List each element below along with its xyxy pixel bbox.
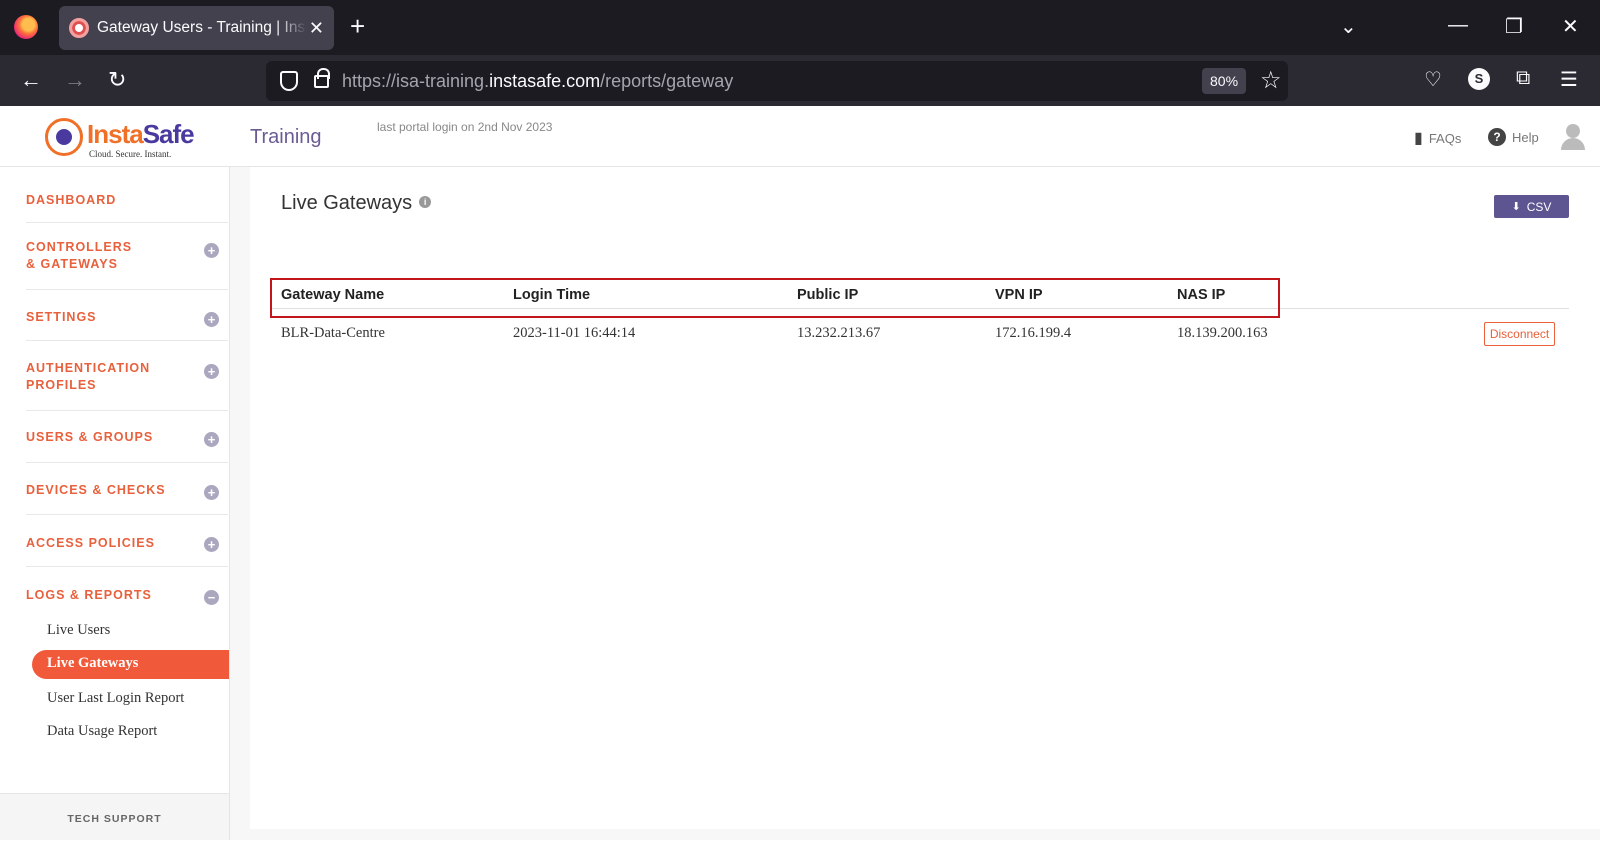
divider — [26, 289, 228, 290]
close-window-icon[interactable]: ✕ — [1562, 14, 1579, 39]
zoom-level[interactable]: 80% — [1202, 68, 1247, 94]
shield-icon[interactable] — [280, 71, 298, 91]
browser-nav-bar: ← → ↻ https://isa-training.instasafe.com… — [0, 55, 1600, 106]
chat-bubbles-icon: ▮ — [1414, 130, 1423, 147]
back-arrow-icon[interactable]: ← — [20, 67, 42, 93]
collapse-minus-icon[interactable]: − — [204, 590, 219, 605]
sidebar-item-logs-reports[interactable]: LOGS & REPORTS — [26, 587, 220, 604]
sidebar-subitem-live-users[interactable]: Live Users — [47, 622, 110, 639]
divider — [26, 410, 228, 411]
sidebar-item-dashboard[interactable]: DASHBOARD — [26, 192, 220, 209]
faqs-link[interactable]: ▮ FAQs — [1414, 128, 1461, 148]
sidebar-item-devices-checks[interactable]: DEVICES & CHECKS — [26, 482, 220, 499]
reload-icon[interactable]: ↻ — [108, 67, 126, 93]
close-tab-icon[interactable]: ✕ — [309, 18, 324, 39]
expand-plus-icon[interactable]: + — [204, 243, 219, 258]
extensions-icon[interactable]: ⧉ — [1516, 67, 1530, 90]
cell-public-ip: 13.232.213.67 — [797, 325, 881, 341]
restore-icon[interactable]: ❐ — [1505, 14, 1523, 39]
help-link[interactable]: ? Help — [1488, 128, 1539, 146]
page-title: Live Gateways i — [281, 192, 432, 215]
sidebar-subitem-user-last-login-report[interactable]: User Last Login Report — [47, 690, 184, 707]
expand-plus-icon[interactable]: + — [204, 312, 219, 327]
divider — [26, 340, 228, 341]
last-login-text: last portal login on 2nd Nov 2023 — [377, 120, 553, 134]
help-question-icon: ? — [1488, 128, 1506, 146]
sidebar-item-users-groups[interactable]: USERS & GROUPS — [26, 429, 220, 446]
cell-nas-ip: 18.139.200.163 — [1177, 325, 1268, 341]
expand-plus-icon[interactable]: + — [204, 364, 219, 379]
disconnect-button[interactable]: Disconnect — [1484, 322, 1555, 346]
divider — [26, 566, 228, 567]
browser-tab[interactable]: Gateway Users - Training | InstaSafe ✕ — [59, 6, 334, 50]
pocket-icon[interactable]: ♡ — [1424, 67, 1442, 92]
tab-favicon-icon — [69, 18, 89, 38]
menu-hamburger-icon[interactable]: ☰ — [1560, 67, 1578, 92]
sidebar-item-authentication-profiles[interactable]: AUTHENTICATION PROFILES — [26, 360, 156, 394]
csv-download-button[interactable]: ⬇ CSV — [1494, 195, 1569, 218]
divider — [26, 462, 228, 463]
account-avatar[interactable]: S — [1468, 68, 1490, 90]
info-icon[interactable]: i — [419, 196, 432, 208]
sidebar-subitem-live-gateways[interactable]: Live Gateways — [32, 650, 229, 679]
cell-vpn-ip: 172.16.199.4 — [995, 325, 1072, 341]
expand-plus-icon[interactable]: + — [204, 485, 219, 500]
lock-icon[interactable] — [314, 68, 330, 88]
portal-title: Training — [250, 126, 322, 148]
tech-support-button[interactable]: TECH SUPPORT — [0, 793, 229, 840]
sidebar-item-settings[interactable]: SETTINGS — [26, 309, 220, 326]
annotation-highlight-box — [270, 278, 1280, 318]
sidebar-subitem-data-usage-report[interactable]: Data Usage Report — [47, 723, 157, 740]
browser-tab-bar: Gateway Users - Training | InstaSafe ✕ +… — [0, 0, 1600, 55]
minimize-icon[interactable]: — — [1448, 14, 1468, 37]
forward-arrow-icon[interactable]: → — [64, 67, 86, 93]
cell-login-time: 2023-11-01 16:44:14 — [513, 325, 636, 341]
divider — [26, 222, 228, 223]
logo-circle-icon — [45, 118, 83, 156]
logo-tagline: Cloud. Secure. Instant. — [89, 149, 172, 159]
expand-plus-icon[interactable]: + — [204, 432, 219, 447]
cell-gateway-name: BLR-Data-Centre — [281, 325, 385, 341]
firefox-icon[interactable] — [14, 15, 38, 39]
sidebar-item-access-policies[interactable]: ACCESS POLICIES — [26, 535, 220, 552]
user-avatar-icon[interactable] — [1560, 124, 1586, 150]
sidebar: DASHBOARD CONTROLLERS & GATEWAYS + SETTI… — [0, 167, 230, 840]
instasafe-logo[interactable]: InstaSafe Cloud. Secure. Instant. — [45, 116, 195, 160]
new-tab-icon[interactable]: + — [350, 12, 365, 40]
sidebar-item-controllers-gateways[interactable]: CONTROLLERS & GATEWAYS — [26, 239, 146, 273]
expand-plus-icon[interactable]: + — [204, 537, 219, 552]
tab-title: Gateway Users - Training | InstaSafe — [97, 19, 307, 36]
download-icon: ⬇ — [1511, 201, 1521, 213]
main-panel: Live Gateways i ⬇ CSV Gateway Name Login … — [250, 167, 1600, 829]
url-text[interactable]: https://isa-training.instasafe.com/repor… — [342, 71, 733, 92]
bookmark-star-icon[interactable]: ☆ — [1260, 66, 1282, 95]
divider — [26, 514, 228, 515]
url-bar[interactable]: https://isa-training.instasafe.com/repor… — [266, 61, 1288, 101]
tab-list-chevron-down-icon[interactable]: ⌄ — [1340, 14, 1357, 39]
app-header: InstaSafe Cloud. Secure. Instant. Traini… — [0, 106, 1600, 167]
